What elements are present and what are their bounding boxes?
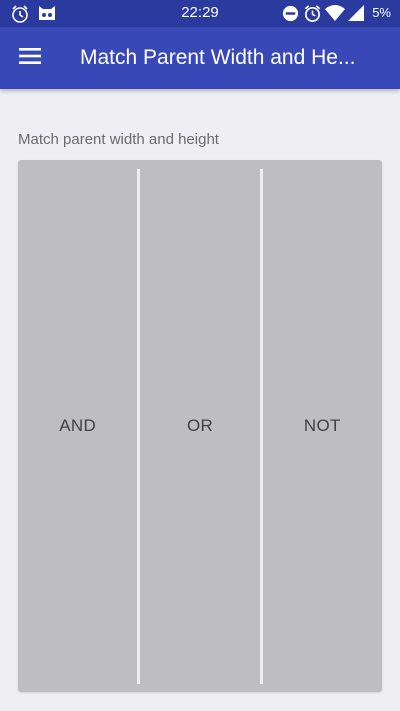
alarm-icon — [303, 4, 322, 28]
hamburger-menu-icon — [19, 47, 41, 70]
do-not-disturb-icon — [281, 4, 300, 28]
page-title: Match Parent Width and He... — [80, 46, 356, 69]
button-group: AND OR NOT — [18, 160, 382, 692]
or-button[interactable]: OR — [140, 160, 259, 692]
section-label: Match parent width and height — [18, 131, 219, 148]
battery-percentage: 5% — [372, 5, 391, 20]
status-bar: 22:29 5% — [0, 0, 400, 27]
app-bar: Match Parent Width and He... — [0, 27, 400, 89]
wifi-icon — [325, 4, 345, 28]
and-button[interactable]: AND — [18, 160, 137, 692]
menu-button[interactable] — [10, 38, 50, 78]
signal-icon — [348, 4, 365, 27]
not-button[interactable]: NOT — [263, 160, 382, 692]
